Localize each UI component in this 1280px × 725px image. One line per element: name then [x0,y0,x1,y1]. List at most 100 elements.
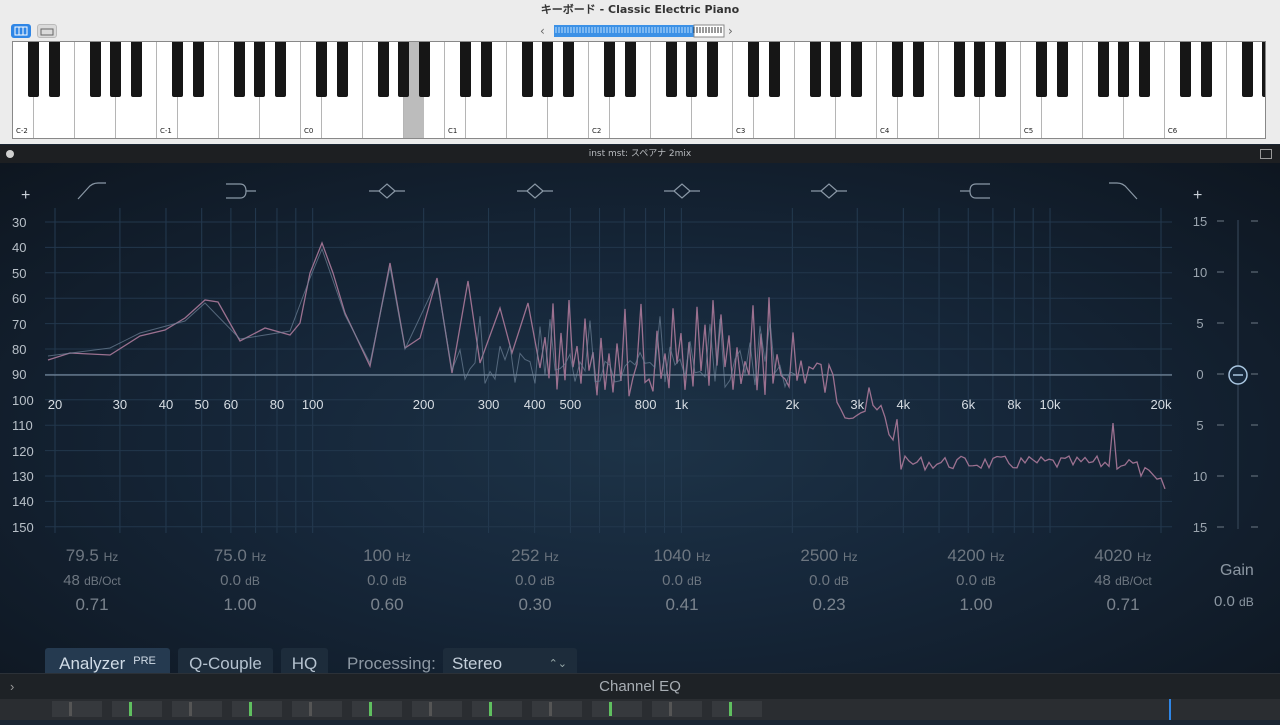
piano-keyboard[interactable]: C-2 C-1 C0 C1 C2 C3 C4 C5 C6 [12,41,1266,139]
gain-tick-label: 5 [1196,316,1204,331]
black-key[interactable] [418,42,430,97]
black-key[interactable] [1138,42,1150,97]
freq-tick-label: 200 [412,397,435,412]
freq-tick-label: 10k [1039,397,1061,412]
black-key[interactable] [1036,42,1047,97]
channel-eq-plugin: inst mst: スペアナ 2mix + + 30 40 50 60 70 80 90 10… [0,145,1280,720]
add-band-right-button[interactable]: + [1193,187,1202,205]
black-key[interactable] [850,42,862,97]
plugin-name: Channel EQ [599,678,681,695]
band-frequency[interactable]: 79.5 Hz [32,546,152,566]
black-key[interactable] [89,42,101,97]
band-q[interactable]: 1.00 [916,595,1036,615]
band-gain-slope[interactable]: 0.0 dB [475,572,595,589]
black-key[interactable] [480,42,492,97]
black-key[interactable] [748,42,760,97]
black-key[interactable] [1118,42,1130,97]
band-gain-slope[interactable]: 0.0 dB [622,572,742,589]
band-frequency[interactable]: 100 Hz [327,546,447,566]
band-4-params[interactable]: 252 Hz 0.0 dB 0.30 [475,546,595,615]
black-key[interactable] [377,42,389,97]
black-key[interactable] [274,42,286,97]
band-frequency[interactable]: 4200 Hz [916,546,1036,566]
band-8-params[interactable]: 4020 Hz 48 dB/Oct 0.71 [1063,546,1183,615]
black-key[interactable] [1056,42,1068,97]
black-key[interactable] [953,42,965,97]
black-key[interactable] [892,42,903,97]
black-key[interactable] [830,42,842,97]
db-tick-label: 40 [12,240,27,256]
gain-tick-label: 5 [1196,418,1204,433]
band-gain-slope[interactable]: 0.0 dB [769,572,889,589]
black-key[interactable] [521,42,533,97]
freq-tick-label: 300 [477,397,500,412]
black-key[interactable] [398,42,410,97]
black-key[interactable] [254,42,266,97]
band-q[interactable]: 0.41 [622,595,742,615]
black-key[interactable] [809,42,821,97]
black-key[interactable] [1262,42,1265,97]
typing-keyboard-button[interactable] [37,24,57,38]
black-key[interactable] [706,42,718,97]
black-key[interactable] [192,42,204,97]
black-key[interactable] [604,42,616,97]
eq-display[interactable]: + + 30 40 50 60 70 80 90 100 110 120 130 140 150 15 1… [0,163,1280,680]
black-key[interactable] [974,42,986,97]
black-key[interactable] [28,42,40,97]
add-band-left-button[interactable]: + [21,187,30,205]
piano-view-button[interactable] [11,24,31,38]
band-6-params[interactable]: 2500 Hz 0.0 dB 0.23 [769,546,889,615]
black-key[interactable] [768,42,780,97]
band-frequency[interactable]: 75.0 Hz [180,546,300,566]
band-q[interactable]: 0.71 [1063,595,1183,615]
black-key[interactable] [460,42,472,97]
band-q[interactable]: 0.30 [475,595,595,615]
db-tick-label: 140 [12,494,34,510]
black-key[interactable] [686,42,698,97]
black-key[interactable] [1097,42,1109,97]
band-2-params[interactable]: 75.0 Hz 0.0 dB 1.00 [180,546,300,615]
band-3-params[interactable]: 100 Hz 0.0 dB 0.60 [327,546,447,615]
band-frequency[interactable]: 4020 Hz [1063,546,1183,566]
band-frequency[interactable]: 2500 Hz [769,546,889,566]
black-key[interactable] [994,42,1006,97]
freq-tick-label: 1k [674,397,689,412]
black-key[interactable] [1200,42,1212,97]
band-5-params[interactable]: 1040 Hz 0.0 dB 0.41 [622,546,742,615]
black-key[interactable] [1179,42,1191,97]
db-tick-label: 60 [12,291,27,307]
gain-value[interactable]: 0.0 dB [1214,593,1254,610]
keyboard-range-navigator[interactable]: ‹ › [540,23,740,39]
band-1-params[interactable]: 79.5 Hz 48 dB/Oct 0.71 [32,546,152,615]
black-key[interactable] [233,42,245,97]
gain-label: Gain [1220,562,1254,579]
freq-tick-label: 20 [47,397,63,412]
band-gain-slope[interactable]: 0.0 dB [916,572,1036,589]
link-icon[interactable] [1260,149,1272,159]
close-icon[interactable] [6,150,14,158]
black-key[interactable] [665,42,677,97]
black-key[interactable] [1241,42,1253,97]
black-key[interactable] [110,42,122,97]
black-key[interactable] [542,42,554,97]
black-key[interactable] [336,42,348,97]
band-gain-slope[interactable]: 48 dB/Oct [1063,572,1183,589]
black-key[interactable] [912,42,924,97]
band-q[interactable]: 0.71 [32,595,152,615]
band-gain-slope[interactable]: 0.0 dB [180,572,300,589]
black-key[interactable] [562,42,574,97]
black-key[interactable] [624,42,636,97]
black-key[interactable] [48,42,60,97]
band-q[interactable]: 1.00 [180,595,300,615]
band-frequency[interactable]: 1040 Hz [622,546,742,566]
black-key[interactable] [316,42,328,97]
band-7-params[interactable]: 4200 Hz 0.0 dB 1.00 [916,546,1036,615]
black-key[interactable] [172,42,184,97]
peak-band-icon [369,183,405,199]
band-gain-slope[interactable]: 48 dB/Oct [32,572,152,589]
black-key[interactable] [130,42,142,97]
band-q[interactable]: 0.23 [769,595,889,615]
band-gain-slope[interactable]: 0.0 dB [327,572,447,589]
band-q[interactable]: 0.60 [327,595,447,615]
band-frequency[interactable]: 252 Hz [475,546,595,566]
